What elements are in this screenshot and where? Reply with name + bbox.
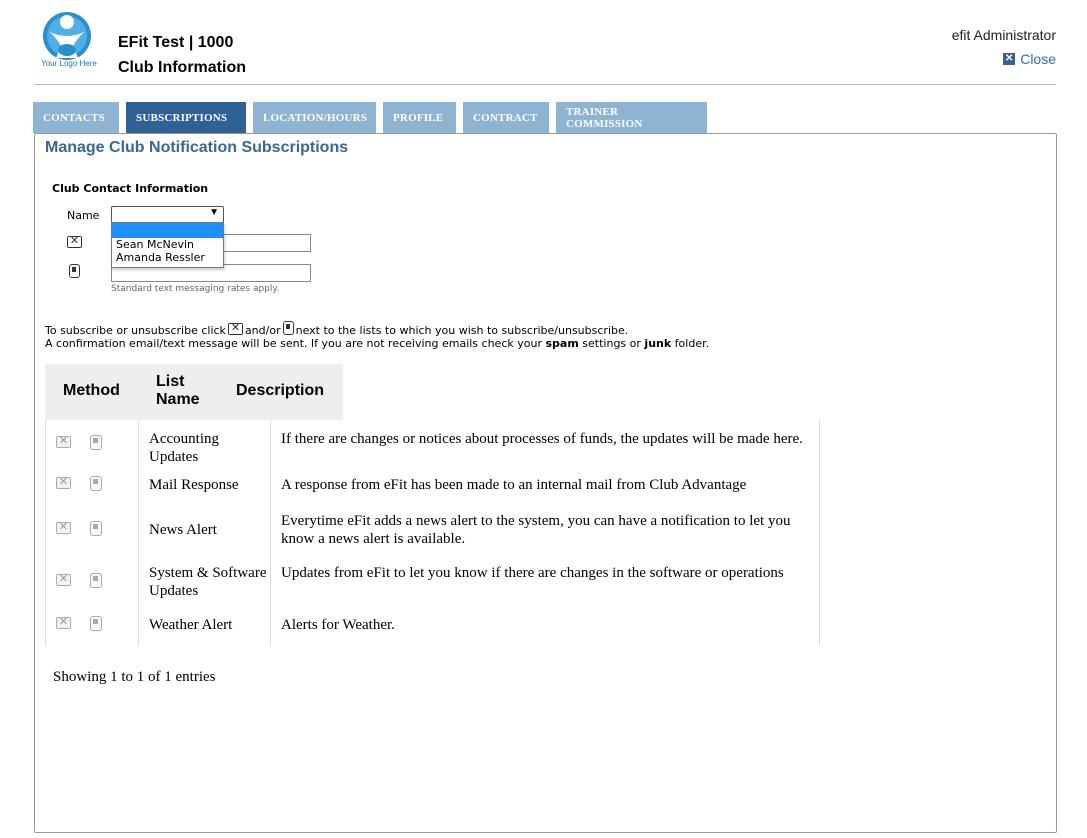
tab-subscriptions[interactable]: Subscriptions — [126, 102, 246, 133]
table-header: Method List Name Description — [45, 364, 343, 420]
table-row: System & Software Updates Updates from e… — [45, 556, 820, 608]
mail-subscribe-icon[interactable] — [56, 520, 71, 534]
table-row: News Alert Everytime eFit adds a news al… — [45, 504, 820, 556]
mail-subscribe-icon[interactable] — [56, 572, 71, 586]
table-row: Weather Alert Alerts for Weather. — [45, 608, 820, 646]
instructions-line-2: A confirmation email/text message will b… — [45, 337, 709, 350]
instr-text-3: next to the lists to which you wish to s… — [295, 324, 629, 337]
list-name-cell: Accounting Updates — [139, 420, 271, 468]
logo-figure-icon — [43, 12, 91, 60]
description-cell: If there are changes or notices about pr… — [281, 431, 803, 447]
instr-text-1: To subscribe or unsubscribe click — [45, 324, 226, 337]
tab-bar: Contacts Subscriptions Location/Hours Pr… — [33, 102, 707, 133]
club-name: EFit Test | 1000 — [118, 34, 234, 51]
description-cell: Everytime eFit adds a news alert to the … — [281, 513, 791, 547]
chevron-down-icon: ▼ — [209, 207, 219, 218]
instr2-text-3: folder. — [674, 337, 710, 350]
name-select[interactable]: ▼ — [111, 206, 224, 223]
phone-subscribe-icon[interactable] — [90, 616, 102, 631]
sms-rates-hint: Standard text messaging rates apply. — [111, 284, 280, 294]
method-cell — [46, 556, 139, 608]
instr2-text-2: settings or — [582, 337, 641, 350]
mail-subscribe-icon[interactable] — [56, 475, 71, 489]
mail-subscribe-icon[interactable] — [56, 434, 71, 448]
tab-profile[interactable]: Profile — [383, 102, 456, 133]
method-cell — [46, 468, 139, 504]
mail-icon — [67, 234, 82, 248]
description-cell: A response from eFit has been made to an… — [281, 477, 747, 493]
subscriptions-table: Accounting Updates If there are changes … — [45, 420, 820, 646]
method-cell — [46, 504, 139, 556]
close-icon: ✕ — [1003, 53, 1016, 65]
club-title: EFit Test | 1000 Club Information — [118, 30, 246, 80]
instr2-text-1: A confirmation email/text message will b… — [45, 337, 542, 350]
phone-subscribe-icon[interactable] — [90, 521, 102, 536]
description-cell: Updates from eFit to let you know if the… — [281, 565, 784, 581]
column-header-description[interactable]: Description — [236, 382, 324, 400]
list-name-cell: News Alert — [139, 504, 271, 556]
instructions: To subscribe or unsubscribe click and/or n… — [45, 321, 709, 350]
column-header-list-name-line1: List — [156, 373, 185, 390]
user-name: efit Administrator — [951, 27, 1056, 43]
description-cell: Alerts for Weather. — [281, 617, 395, 633]
instr2-spam: spam — [545, 337, 579, 350]
mail-icon — [227, 321, 243, 335]
close-label: Close — [1020, 51, 1056, 67]
instructions-line-1: To subscribe or unsubscribe click and/or n… — [45, 321, 709, 337]
dropdown-option-blank[interactable] — [112, 223, 223, 238]
list-name-cell: Mail Response — [139, 468, 271, 504]
tab-trainer-commission[interactable]: Trainer Commission — [556, 102, 707, 133]
logo-caption: Your Logo Here — [41, 59, 97, 68]
method-cell — [46, 608, 139, 646]
column-header-list-name-line2: Name — [156, 391, 200, 408]
close-button[interactable]: ✕ Close — [1003, 51, 1056, 67]
page-heading: Club Information — [118, 59, 246, 76]
tab-location-hours[interactable]: Location/Hours — [253, 102, 376, 133]
dropdown-option-sean-mcnevin[interactable]: Sean McNevin — [112, 238, 223, 251]
header-divider — [34, 84, 1056, 85]
subscriptions-panel: Manage Club Notification Subscriptions C… — [34, 133, 1057, 833]
phone-subscribe-icon[interactable] — [90, 435, 102, 450]
table-info: Showing 1 to 1 of 1 entries — [53, 669, 216, 685]
section-label: Club Contact Information — [52, 182, 209, 195]
mail-subscribe-icon[interactable] — [56, 615, 71, 629]
name-label: Name — [67, 209, 100, 222]
phone-icon — [282, 321, 294, 335]
panel-title: Manage Club Notification Subscriptions — [45, 139, 349, 156]
method-cell — [46, 420, 139, 468]
tab-contract[interactable]: Contract — [463, 102, 549, 133]
instr2-junk: junk — [644, 337, 672, 350]
column-header-method[interactable]: Method — [63, 382, 120, 400]
column-header-list-name[interactable]: List Name — [156, 373, 200, 409]
instr-text-2: and/or — [244, 324, 281, 337]
phone-subscribe-icon[interactable] — [90, 573, 102, 588]
table-row: Accounting Updates If there are changes … — [45, 420, 820, 468]
tab-contacts[interactable]: Contacts — [33, 102, 119, 133]
dropdown-option-amanda-ressler[interactable]: Amanda Ressler — [112, 251, 223, 264]
table-row: Mail Response A response from eFit has b… — [45, 468, 820, 504]
phone-icon — [69, 264, 80, 278]
list-name-cell: System & Software Updates — [139, 556, 271, 608]
name-dropdown-list: Sean McNevin Amanda Ressler — [111, 222, 224, 268]
list-name-cell: Weather Alert — [139, 608, 271, 646]
phone-subscribe-icon[interactable] — [90, 476, 102, 491]
